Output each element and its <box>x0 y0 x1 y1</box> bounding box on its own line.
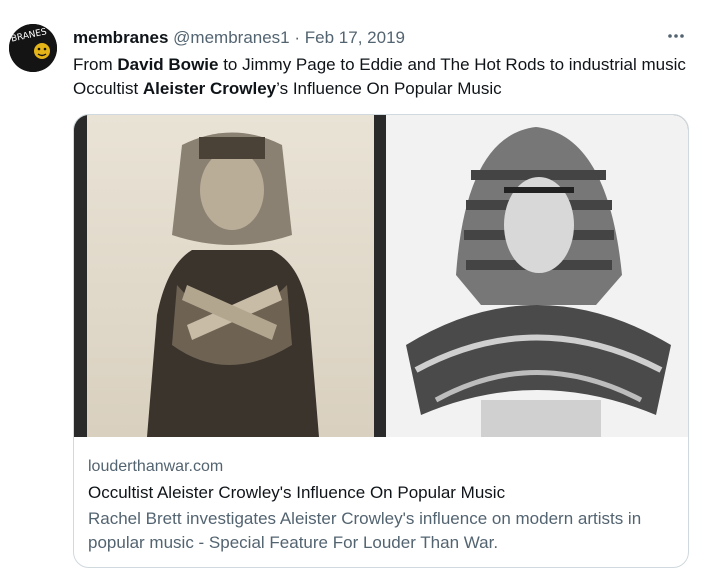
tweet-text: From David Bowie to Jimmy Page to Eddie … <box>73 53 698 101</box>
card-domain: louderthanwar.com <box>88 458 224 475</box>
tweet[interactable]: BRANES membranes @membranes1 · Feb 17, 2… <box>0 0 715 571</box>
display-name[interactable]: membranes <box>73 28 168 47</box>
tweet-text-bold: David Bowie <box>117 55 219 74</box>
more-horizontal-icon <box>668 34 684 38</box>
card-description: Rachel Brett investigates Aleister Crowl… <box>88 509 642 552</box>
card-title: Occultist Aleister Crowley's Influence O… <box>88 483 506 502</box>
card-text: louderthanwar.com Occultist Aleister Cro… <box>88 445 678 555</box>
more-options-button[interactable] <box>664 24 688 48</box>
link-card[interactable]: louderthanwar.com Occultist Aleister Cro… <box>73 114 689 568</box>
card-image[interactable] <box>74 115 688 437</box>
separator: · <box>294 28 301 47</box>
tweet-text-part: ’s Influence On Popular Music <box>276 79 502 98</box>
tweet-text-bold: Aleister Crowley <box>142 79 277 98</box>
timestamp[interactable]: Feb 17, 2019 <box>305 28 405 47</box>
tweet-header: membranes @membranes1 · Feb 17, 2019 <box>73 27 405 49</box>
tweet-text-part: From <box>73 55 118 74</box>
handle[interactable]: @membranes1 <box>173 28 289 47</box>
avatar-logo-icon: BRANES <box>9 24 57 72</box>
avatar[interactable]: BRANES <box>9 24 57 72</box>
photo-crowley <box>87 115 374 437</box>
photo-bowie <box>386 115 688 437</box>
